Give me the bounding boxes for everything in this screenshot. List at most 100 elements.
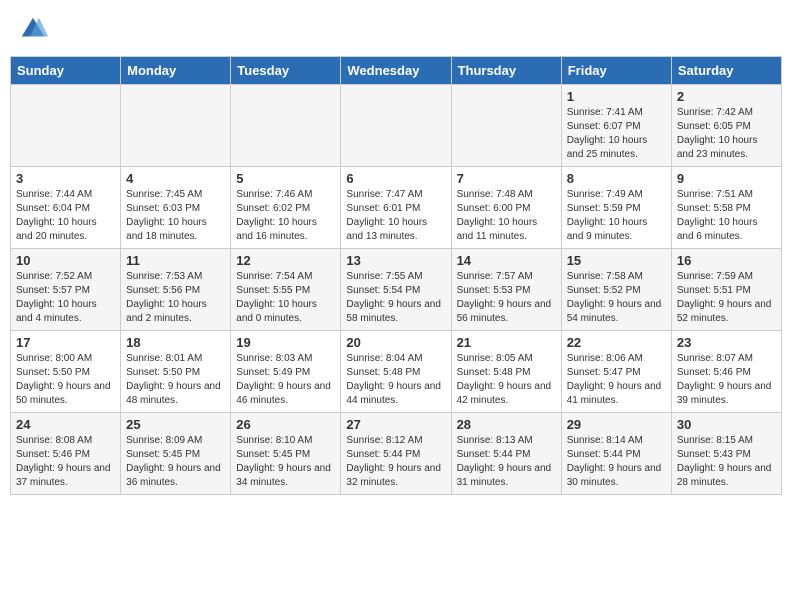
- calendar-cell: 7Sunrise: 7:48 AM Sunset: 6:00 PM Daylig…: [451, 167, 561, 249]
- column-header-friday: Friday: [561, 57, 671, 85]
- day-info: Sunrise: 8:09 AM Sunset: 5:45 PM Dayligh…: [126, 434, 225, 490]
- calendar-cell: 6Sunrise: 7:47 AM Sunset: 6:01 PM Daylig…: [341, 167, 451, 249]
- calendar-week-row: 3 Sunrise: 7:44 AM Sunset: 6:04 PM Daylig…: [11, 167, 782, 249]
- day-info: Sunrise: 8:08 AM Sunset: 5:46 PM Dayligh…: [16, 434, 115, 490]
- day-info: Sunrise: 7:44 AM Sunset: 6:04 PM Dayligh…: [16, 188, 115, 244]
- logo-icon: [18, 14, 48, 44]
- day-number: 25: [126, 417, 225, 432]
- day-info: Sunrise: 7:46 AM Sunset: 6:02 PM Dayligh…: [236, 188, 335, 244]
- column-header-tuesday: Tuesday: [231, 57, 341, 85]
- day-info: Sunrise: 7:49 AM Sunset: 5:59 PM Dayligh…: [567, 188, 666, 244]
- day-number: 14: [457, 253, 556, 268]
- day-number: 5: [236, 171, 335, 186]
- calendar-cell: 16 Sunrise: 7:59 AM Sunset: 5:51 PM Dayli…: [671, 249, 781, 331]
- day-number: 4: [126, 171, 225, 186]
- column-header-thursday: Thursday: [451, 57, 561, 85]
- day-info: Sunrise: 7:42 AM Sunset: 6:05 PM Dayligh…: [677, 106, 776, 162]
- day-info: Sunrise: 8:15 AM Sunset: 5:43 PM Dayligh…: [677, 434, 776, 490]
- calendar-cell: 30 Sunrise: 8:15 AM Sunset: 5:43 PM Dayli…: [671, 413, 781, 495]
- day-number: 28: [457, 417, 556, 432]
- calendar-cell: 24 Sunrise: 8:08 AM Sunset: 5:46 PM Dayli…: [11, 413, 121, 495]
- calendar-cell: 29 Sunrise: 8:14 AM Sunset: 5:44 PM Dayli…: [561, 413, 671, 495]
- calendar-cell: 3 Sunrise: 7:44 AM Sunset: 6:04 PM Daylig…: [11, 167, 121, 249]
- day-info: Sunrise: 7:45 AM Sunset: 6:03 PM Dayligh…: [126, 188, 225, 244]
- day-number: 26: [236, 417, 335, 432]
- calendar-cell: 25 Sunrise: 8:09 AM Sunset: 5:45 PM Dayli…: [121, 413, 231, 495]
- day-info: Sunrise: 7:47 AM Sunset: 6:01 PM Dayligh…: [346, 188, 445, 244]
- day-info: Sunrise: 7:55 AM Sunset: 5:54 PM Dayligh…: [346, 270, 445, 326]
- calendar-cell: 21 Sunrise: 8:05 AM Sunset: 5:48 PM Dayli…: [451, 331, 561, 413]
- column-header-sunday: Sunday: [11, 57, 121, 85]
- column-header-monday: Monday: [121, 57, 231, 85]
- day-number: 29: [567, 417, 666, 432]
- calendar-cell: 8 Sunrise: 7:49 AM Sunset: 5:59 PM Daylig…: [561, 167, 671, 249]
- day-info: Sunrise: 8:01 AM Sunset: 5:50 PM Dayligh…: [126, 352, 225, 408]
- logo: [18, 14, 52, 44]
- calendar-cell: 4 Sunrise: 7:45 AM Sunset: 6:03 PM Daylig…: [121, 167, 231, 249]
- day-number: 22: [567, 335, 666, 350]
- calendar-cell: 11 Sunrise: 7:53 AM Sunset: 5:56 PM Dayli…: [121, 249, 231, 331]
- calendar-cell: 14 Sunrise: 7:57 AM Sunset: 5:53 PM Dayli…: [451, 249, 561, 331]
- calendar-cell: 18 Sunrise: 8:01 AM Sunset: 5:50 PM Dayli…: [121, 331, 231, 413]
- day-number: 11: [126, 253, 225, 268]
- calendar-cell: 2 Sunrise: 7:42 AM Sunset: 6:05 PM Daylig…: [671, 85, 781, 167]
- calendar-week-row: 17Sunrise: 8:00 AM Sunset: 5:50 PM Dayli…: [11, 331, 782, 413]
- day-number: 13: [346, 253, 445, 268]
- day-info: Sunrise: 8:06 AM Sunset: 5:47 PM Dayligh…: [567, 352, 666, 408]
- day-number: 24: [16, 417, 115, 432]
- calendar-cell: 27Sunrise: 8:12 AM Sunset: 5:44 PM Dayli…: [341, 413, 451, 495]
- day-number: 9: [677, 171, 776, 186]
- day-number: 23: [677, 335, 776, 350]
- calendar-cell: [231, 85, 341, 167]
- day-number: 8: [567, 171, 666, 186]
- day-info: Sunrise: 7:54 AM Sunset: 5:55 PM Dayligh…: [236, 270, 335, 326]
- calendar-cell: 23 Sunrise: 8:07 AM Sunset: 5:46 PM Dayli…: [671, 331, 781, 413]
- calendar-cell: 19Sunrise: 8:03 AM Sunset: 5:49 PM Dayli…: [231, 331, 341, 413]
- day-number: 27: [346, 417, 445, 432]
- day-info: Sunrise: 7:41 AM Sunset: 6:07 PM Dayligh…: [567, 106, 666, 162]
- column-header-saturday: Saturday: [671, 57, 781, 85]
- day-info: Sunrise: 7:57 AM Sunset: 5:53 PM Dayligh…: [457, 270, 556, 326]
- calendar-header-row: SundayMondayTuesdayWednesdayThursdayFrid…: [11, 57, 782, 85]
- calendar-cell: [11, 85, 121, 167]
- day-number: 17: [16, 335, 115, 350]
- day-number: 15: [567, 253, 666, 268]
- day-number: 19: [236, 335, 335, 350]
- calendar-week-row: 24 Sunrise: 8:08 AM Sunset: 5:46 PM Dayli…: [11, 413, 782, 495]
- day-number: 7: [457, 171, 556, 186]
- day-info: Sunrise: 7:53 AM Sunset: 5:56 PM Dayligh…: [126, 270, 225, 326]
- day-info: Sunrise: 8:13 AM Sunset: 5:44 PM Dayligh…: [457, 434, 556, 490]
- page-header: [10, 10, 782, 48]
- calendar-week-row: 10Sunrise: 7:52 AM Sunset: 5:57 PM Dayli…: [11, 249, 782, 331]
- day-number: 18: [126, 335, 225, 350]
- calendar-cell: [451, 85, 561, 167]
- column-header-wednesday: Wednesday: [341, 57, 451, 85]
- day-info: Sunrise: 8:07 AM Sunset: 5:46 PM Dayligh…: [677, 352, 776, 408]
- calendar-cell: 9 Sunrise: 7:51 AM Sunset: 5:58 PM Daylig…: [671, 167, 781, 249]
- calendar-cell: 15 Sunrise: 7:58 AM Sunset: 5:52 PM Dayli…: [561, 249, 671, 331]
- day-info: Sunrise: 7:59 AM Sunset: 5:51 PM Dayligh…: [677, 270, 776, 326]
- calendar-table: SundayMondayTuesdayWednesdayThursdayFrid…: [10, 56, 782, 495]
- day-number: 2: [677, 89, 776, 104]
- day-number: 3: [16, 171, 115, 186]
- day-info: Sunrise: 8:04 AM Sunset: 5:48 PM Dayligh…: [346, 352, 445, 408]
- calendar-cell: 26Sunrise: 8:10 AM Sunset: 5:45 PM Dayli…: [231, 413, 341, 495]
- calendar-cell: 22 Sunrise: 8:06 AM Sunset: 5:47 PM Dayli…: [561, 331, 671, 413]
- day-number: 20: [346, 335, 445, 350]
- calendar-cell: 17Sunrise: 8:00 AM Sunset: 5:50 PM Dayli…: [11, 331, 121, 413]
- day-info: Sunrise: 7:51 AM Sunset: 5:58 PM Dayligh…: [677, 188, 776, 244]
- day-number: 30: [677, 417, 776, 432]
- day-info: Sunrise: 8:14 AM Sunset: 5:44 PM Dayligh…: [567, 434, 666, 490]
- day-number: 21: [457, 335, 556, 350]
- calendar-cell: 10Sunrise: 7:52 AM Sunset: 5:57 PM Dayli…: [11, 249, 121, 331]
- day-number: 1: [567, 89, 666, 104]
- day-number: 12: [236, 253, 335, 268]
- calendar-cell: 28 Sunrise: 8:13 AM Sunset: 5:44 PM Dayli…: [451, 413, 561, 495]
- calendar-cell: 1 Sunrise: 7:41 AM Sunset: 6:07 PM Daylig…: [561, 85, 671, 167]
- day-number: 10: [16, 253, 115, 268]
- day-info: Sunrise: 7:58 AM Sunset: 5:52 PM Dayligh…: [567, 270, 666, 326]
- calendar-week-row: 1 Sunrise: 7:41 AM Sunset: 6:07 PM Daylig…: [11, 85, 782, 167]
- day-info: Sunrise: 8:05 AM Sunset: 5:48 PM Dayligh…: [457, 352, 556, 408]
- calendar-cell: 13 Sunrise: 7:55 AM Sunset: 5:54 PM Dayli…: [341, 249, 451, 331]
- day-number: 16: [677, 253, 776, 268]
